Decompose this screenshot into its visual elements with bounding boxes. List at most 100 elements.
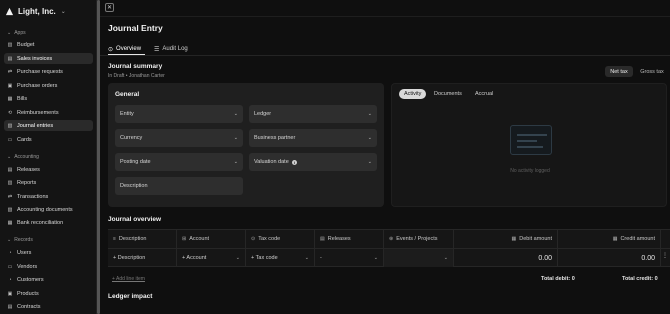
sidebar-item-bills[interactable]: ▦ Bills: [4, 93, 93, 104]
chevron-down-icon: ⌄: [233, 159, 238, 165]
info-icon[interactable]: i: [291, 159, 297, 165]
invoice-icon: ▤: [7, 55, 13, 62]
row-menu-icon[interactable]: ⋮: [662, 252, 668, 259]
sidebar-item-contracts[interactable]: ▤ Contracts: [4, 301, 93, 312]
section-label: Records: [14, 237, 33, 243]
column-events-projects[interactable]: ⊛ Events / Projects: [384, 230, 454, 248]
sidebar-item-label: Bills: [17, 95, 28, 102]
vendor-icon: ▭: [7, 263, 13, 270]
ledger-select[interactable]: Ledger ⌄: [249, 105, 377, 123]
sidebar-item-journal-entries[interactable]: ▧ Journal entries: [4, 120, 93, 131]
text-icon: ≡: [113, 236, 116, 242]
currency-select[interactable]: Currency ⌄: [115, 129, 243, 147]
credit-cell[interactable]: 0.00: [558, 249, 661, 267]
sidebar-item-label: Sales invoices: [17, 55, 53, 62]
valuation-date-select[interactable]: Valuation date i ⌄: [249, 153, 377, 171]
tab-label: Overview: [116, 46, 142, 52]
field-label: Valuation date: [254, 159, 289, 165]
cell-value: 0.00: [641, 254, 655, 262]
net-tax-toggle[interactable]: Net tax: [605, 66, 633, 77]
sidebar-item-label: Purchase requests: [17, 68, 63, 75]
close-button[interactable]: ✕: [105, 3, 114, 12]
chevron-down-icon: ⌄: [7, 30, 12, 36]
sidebar-item-reimbursements[interactable]: ⟲ Reimbursements: [4, 107, 93, 118]
cell-value: + Description: [113, 255, 146, 261]
total-debit: Total debit: 0: [541, 276, 575, 282]
column-account[interactable]: ⊞ Account: [177, 230, 246, 248]
chevron-down-icon: ⌄: [443, 255, 448, 261]
sidebar-item-users[interactable]: ◔ Users: [4, 247, 93, 258]
column-label: Events / Projects: [396, 236, 438, 242]
journal-icon: ▧: [7, 122, 13, 129]
tab-documents[interactable]: Documents: [429, 89, 467, 99]
general-title: General: [115, 91, 140, 98]
chevron-down-icon: ⌄: [7, 237, 12, 243]
column-description[interactable]: ≡ Description: [108, 230, 177, 248]
description-cell[interactable]: + Description: [108, 249, 177, 267]
tab-audit-log[interactable]: ☰ Audit Log: [154, 44, 188, 54]
sidebar-item-purchase-requests[interactable]: ⇄ Purchase requests: [4, 66, 93, 77]
sidebar-item-label: Reports: [17, 179, 37, 186]
summary-title: Journal summary: [108, 63, 163, 70]
activity-panel: Activity Documents Accrual No activity l…: [391, 83, 667, 207]
tab-activity[interactable]: Activity: [399, 89, 427, 99]
empty-activity-icon: [510, 125, 552, 155]
sidebar-item-transactions[interactable]: ⇄ Transactions: [4, 191, 93, 202]
chevron-down-icon: ⌄: [367, 135, 372, 141]
sidebar-item-releases[interactable]: ▤ Releases: [4, 164, 93, 175]
column-releases[interactable]: ▤ Releases: [315, 230, 384, 248]
column-label: Credit amount: [620, 236, 655, 242]
light-logo-icon: [5, 7, 14, 15]
column-label: Description: [118, 236, 147, 242]
cell-value: + Tax code: [251, 255, 278, 261]
event-icon: ⊛: [389, 236, 394, 242]
column-debit[interactable]: ▦ Debit amount: [454, 230, 558, 248]
section-records[interactable]: ⌄ Records: [7, 236, 33, 244]
chevron-down-icon: ⌄: [373, 255, 378, 261]
gross-tax-toggle[interactable]: Gross tax: [638, 66, 666, 77]
add-line-item-link[interactable]: + Add line item: [112, 276, 145, 282]
description-field[interactable]: Description: [115, 177, 243, 195]
sidebar-item-vendors[interactable]: ▭ Vendors: [4, 261, 93, 272]
sidebar-item-products[interactable]: ▣ Products: [4, 288, 93, 299]
brand-switcher[interactable]: Light, Inc. ⌄: [5, 5, 66, 17]
business-partner-select[interactable]: Business partner ⌄: [249, 129, 377, 147]
chevron-down-icon: ⌄: [367, 111, 372, 117]
events-cell[interactable]: ⌄: [384, 249, 454, 267]
tax-code-cell[interactable]: + Tax code ⌄: [246, 249, 315, 267]
sidebar-item-label: Cards: [17, 136, 32, 143]
reimbursement-icon: ⟲: [7, 109, 13, 116]
debit-cell[interactable]: 0.00: [454, 249, 558, 267]
account-cell[interactable]: + Account ⌄: [177, 249, 246, 267]
empty-activity-text: No activity logged: [510, 168, 550, 174]
sidebar-item-label: Bank reconciliation: [17, 219, 64, 226]
sidebar-item-budget[interactable]: ▥ Budget: [4, 39, 93, 50]
sidebar-item-cards[interactable]: ▭ Cards: [4, 134, 93, 145]
general-panel: General Entity ⌄ Ledger ⌄ Currency ⌄ Busine…: [108, 83, 384, 207]
column-credit[interactable]: ▦ Credit amount: [558, 230, 661, 248]
sidebar-item-customers[interactable]: ◔ Customers: [4, 274, 93, 285]
sidebar-item-label: Customers: [17, 276, 44, 283]
sidebar-item-label: Budget: [17, 41, 35, 48]
sidebar-item-accounting-documents[interactable]: ▧ Accounting documents: [4, 204, 93, 215]
section-apps[interactable]: ⌄ Apps: [7, 29, 26, 37]
sidebar-item-label: Accounting documents: [17, 206, 73, 213]
report-icon: ▥: [7, 179, 13, 186]
posting-date-select[interactable]: Posting date ⌄: [115, 153, 243, 171]
sidebar-item-bank-reconciliation[interactable]: ▦ Bank reconciliation: [4, 217, 93, 228]
sidebar-item-label: Vendors: [17, 263, 38, 270]
page-title: Journal Entry: [108, 23, 163, 33]
field-label: Entity: [120, 111, 134, 117]
tab-accrual[interactable]: Accrual: [470, 89, 498, 99]
column-tax-code[interactable]: ⊙ Tax code: [246, 230, 315, 248]
sidebar-item-sales-invoices[interactable]: ▤ Sales invoices: [4, 53, 93, 64]
sidebar-item-reports[interactable]: ▥ Reports: [4, 177, 93, 188]
ledger-impact-title: Ledger impact: [108, 293, 153, 300]
customer-icon: ◔: [8, 276, 12, 283]
section-accounting[interactable]: ⌄ Accounting: [7, 153, 39, 161]
entity-select[interactable]: Entity ⌄: [115, 105, 243, 123]
sidebar: Light, Inc. ⌄ ⌄ Apps ▥ Budget ▤ Sales invoi…: [0, 0, 97, 314]
releases-cell[interactable]: - ⌄: [315, 249, 384, 267]
tab-overview[interactable]: ⊙ Overview: [108, 44, 141, 54]
sidebar-item-purchase-orders[interactable]: ▣ Purchase orders: [4, 80, 93, 91]
